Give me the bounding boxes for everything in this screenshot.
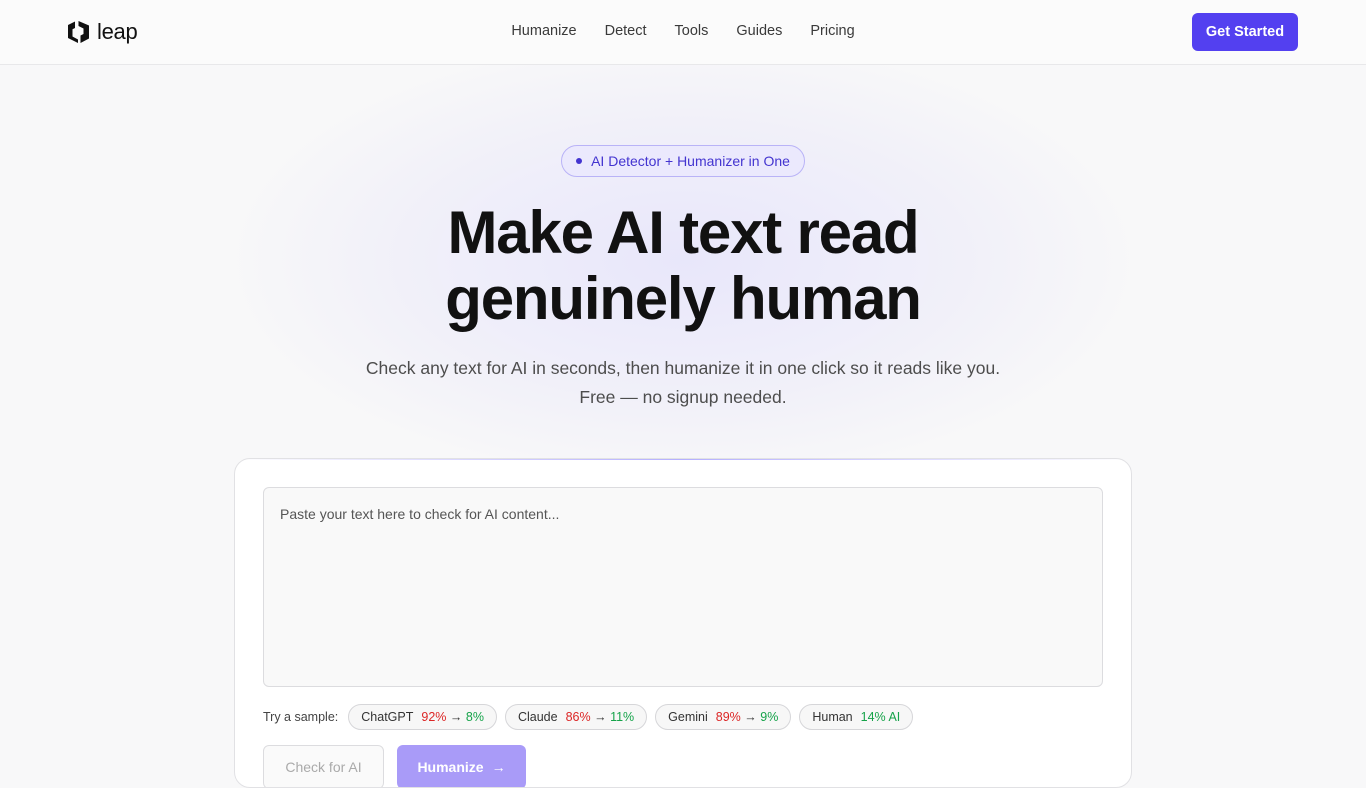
detector-card: Try a sample: ChatGPT 92% → 8% Claude 86… — [234, 458, 1132, 788]
text-input[interactable] — [263, 487, 1103, 687]
chip-score: 86% → 11% — [565, 710, 635, 724]
chip-name: Gemini — [668, 710, 708, 724]
hero-subtitle: Check any text for AI in seconds, then h… — [365, 358, 1001, 407]
hero-badge: AI Detector + Humanizer in One — [561, 145, 805, 177]
chip-score: 92% → 8% — [421, 710, 484, 724]
chip-score: 89% → 9% — [715, 710, 779, 724]
brand-name: leap — [97, 19, 138, 44]
sample-chip-claude[interactable]: Claude 86% → 11% — [504, 704, 648, 730]
sample-chip-human[interactable]: Human 14% AI — [799, 704, 914, 730]
chip-name: Claude — [517, 710, 558, 724]
sample-row: Try a sample: ChatGPT 92% → 8% Claude 86… — [263, 704, 914, 730]
sample-chip-chatgpt[interactable]: ChatGPT 92% → 8% — [348, 704, 497, 730]
nav-humanize[interactable]: Humanize — [497, 22, 590, 40]
samples-label: Try a sample: — [263, 710, 339, 724]
nav-detect[interactable]: Detect — [591, 22, 661, 40]
top-navbar: leap Humanize Detect Tools Guides Pricin… — [0, 0, 1366, 65]
card-accent-line — [235, 459, 1131, 460]
badge-dot-icon — [576, 158, 583, 164]
check-for-ai-button[interactable]: Check for AI — [263, 745, 384, 787]
arrow-right-icon: → — [491, 759, 506, 775]
leap-logo-icon — [68, 21, 89, 43]
hero-title: Make AI text read genuinely human — [283, 200, 1083, 332]
nav-pricing[interactable]: Pricing — [796, 22, 868, 40]
badge-label: AI Detector + Humanizer in One — [591, 153, 790, 169]
brand-logo[interactable]: leap — [66, 19, 138, 45]
hero-title-line2: genuinely human — [445, 265, 922, 332]
get-started-button[interactable]: Get Started — [1192, 13, 1298, 51]
hero-title-line1: Make AI text read — [447, 199, 920, 266]
humanize-button[interactable]: Humanize → — [397, 745, 526, 787]
humanize-label: Humanize — [417, 759, 484, 775]
nav-guides[interactable]: Guides — [722, 22, 796, 40]
nav-tools[interactable]: Tools — [661, 22, 723, 40]
chip-name: Human — [812, 710, 853, 724]
main-nav: Humanize Detect Tools Guides Pricing — [0, 22, 1366, 40]
sample-chip-gemini[interactable]: Gemini 89% → 9% — [655, 704, 792, 730]
chip-score: 14% AI — [860, 710, 901, 724]
chip-name: ChatGPT — [361, 710, 414, 724]
